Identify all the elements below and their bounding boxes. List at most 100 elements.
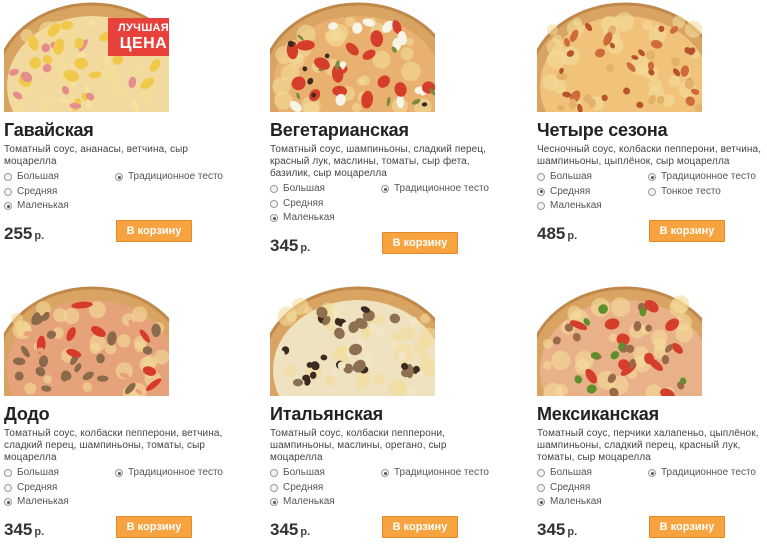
option-label: Большая bbox=[17, 171, 59, 182]
price-value: 485 bbox=[537, 224, 566, 243]
size-option-small[interactable]: Маленькая bbox=[270, 211, 335, 226]
product-name[interactable]: Гавайская bbox=[4, 119, 234, 141]
size-options: Большая Средняя Маленькая bbox=[4, 466, 69, 510]
price-value: 345 bbox=[270, 236, 299, 255]
radio-icon[interactable] bbox=[537, 187, 545, 196]
radio-icon[interactable] bbox=[4, 173, 12, 182]
size-option-large[interactable]: Большая bbox=[4, 466, 69, 481]
radio-icon[interactable] bbox=[4, 469, 12, 478]
add-to-cart-button[interactable]: В корзину bbox=[649, 220, 725, 242]
dough-option-traditional[interactable]: Традиционное тесто bbox=[381, 466, 489, 481]
size-option-large[interactable]: Большая bbox=[537, 170, 602, 185]
dough-option-traditional[interactable]: Традиционное тесто bbox=[381, 182, 489, 197]
size-option-medium[interactable]: Средняя bbox=[4, 481, 69, 496]
product-photo[interactable] bbox=[537, 284, 702, 396]
radio-icon[interactable] bbox=[270, 469, 278, 478]
product-name[interactable]: Додо bbox=[4, 403, 234, 425]
radio-icon[interactable] bbox=[648, 187, 656, 196]
option-label: Средняя bbox=[17, 185, 58, 197]
option-label: Традиционное тесто bbox=[128, 171, 223, 182]
size-option-medium[interactable]: Средняя bbox=[4, 185, 69, 200]
size-option-small[interactable]: Маленькая bbox=[4, 199, 69, 214]
product-options: Большая Средняя Маленькая Традиционное т… bbox=[537, 170, 767, 216]
radio-icon[interactable] bbox=[4, 187, 12, 196]
size-option-large[interactable]: Большая bbox=[537, 466, 602, 481]
option-label: Средняя bbox=[283, 481, 324, 493]
add-to-cart-button[interactable]: В корзину bbox=[116, 516, 192, 538]
add-to-cart-button[interactable]: В корзину bbox=[382, 232, 458, 254]
radio-icon[interactable] bbox=[537, 469, 545, 478]
radio-icon[interactable] bbox=[270, 185, 278, 194]
size-option-large[interactable]: Большая bbox=[270, 466, 335, 481]
option-label: Средняя bbox=[283, 197, 324, 209]
radio-icon[interactable] bbox=[115, 173, 123, 182]
size-option-small[interactable]: Маленькая bbox=[537, 495, 602, 510]
add-to-cart-button[interactable]: В корзину bbox=[649, 516, 725, 538]
size-options: Большая Средняя Маленькая bbox=[270, 466, 335, 510]
size-options: Большая Средняя Маленькая bbox=[537, 170, 602, 214]
size-option-medium[interactable]: Средняя bbox=[537, 185, 602, 200]
product-photo[interactable] bbox=[4, 284, 169, 396]
size-options: Большая Средняя Маленькая bbox=[537, 466, 602, 510]
product-photo[interactable] bbox=[270, 0, 435, 112]
add-to-cart-button[interactable]: В корзину bbox=[116, 220, 192, 242]
size-option-small[interactable]: Маленькая bbox=[537, 199, 602, 214]
radio-icon[interactable] bbox=[115, 469, 123, 478]
dough-option-traditional[interactable]: Традиционное тесто bbox=[648, 466, 756, 481]
size-options: Большая Средняя Маленькая bbox=[4, 170, 69, 214]
radio-icon[interactable] bbox=[4, 202, 12, 211]
dough-options: Традиционное тесто bbox=[115, 466, 223, 481]
dough-options: Традиционное тесто bbox=[381, 466, 489, 481]
dough-option-traditional[interactable]: Традиционное тесто bbox=[648, 170, 756, 185]
price-value: 345 bbox=[537, 520, 566, 539]
product-price: 485 р. bbox=[537, 224, 577, 244]
product-photo[interactable] bbox=[537, 0, 702, 112]
size-option-large[interactable]: Большая bbox=[4, 170, 69, 185]
radio-icon[interactable] bbox=[270, 214, 278, 223]
radio-icon[interactable] bbox=[4, 498, 12, 507]
size-option-small[interactable]: Маленькая bbox=[270, 495, 335, 510]
radio-icon[interactable] bbox=[4, 483, 12, 492]
product-options: Большая Средняя Маленькая Традиционное т… bbox=[4, 466, 234, 512]
radio-icon[interactable] bbox=[537, 483, 545, 492]
option-label: Традиционное тесто bbox=[661, 467, 756, 478]
option-label: Маленькая bbox=[17, 496, 69, 507]
option-label: Маленькая bbox=[550, 496, 602, 507]
dough-options: Традиционное тесто bbox=[648, 466, 756, 481]
radio-icon[interactable] bbox=[270, 483, 278, 492]
price-currency: р. bbox=[567, 526, 578, 538]
add-to-cart-button[interactable]: В корзину bbox=[382, 516, 458, 538]
product-name[interactable]: Четыре сезона bbox=[537, 119, 767, 141]
radio-icon[interactable] bbox=[537, 498, 545, 507]
product-card: Додо Томатный соус, колбаски пепперони, … bbox=[4, 284, 234, 544]
radio-icon[interactable] bbox=[270, 498, 278, 507]
product-options: Большая Средняя Маленькая Традиционное т… bbox=[537, 466, 767, 512]
product-description: Томатный соус, колбаски пепперони, ветчи… bbox=[4, 428, 223, 463]
radio-icon[interactable] bbox=[537, 202, 545, 211]
dough-option-traditional[interactable]: Традиционное тесто bbox=[115, 466, 223, 481]
buy-row: 345 р. В корзину bbox=[4, 516, 234, 544]
size-option-large[interactable]: Большая bbox=[270, 182, 335, 197]
radio-icon[interactable] bbox=[381, 469, 389, 478]
size-option-medium[interactable]: Средняя bbox=[270, 481, 335, 496]
radio-icon[interactable] bbox=[648, 469, 656, 478]
radio-icon[interactable] bbox=[537, 173, 545, 182]
product-description: Томатный соус, шампиньоны, сладкий перец… bbox=[270, 144, 487, 179]
option-label: Большая bbox=[550, 171, 592, 182]
radio-icon[interactable] bbox=[381, 185, 389, 194]
option-label: Средняя bbox=[550, 185, 591, 197]
product-name[interactable]: Вегетарианская bbox=[270, 119, 500, 141]
dough-option-thin[interactable]: Тонкое тесто bbox=[648, 185, 756, 200]
product-name[interactable]: Итальянская bbox=[270, 403, 500, 425]
size-option-small[interactable]: Маленькая bbox=[4, 495, 69, 510]
product-photo[interactable] bbox=[270, 284, 435, 396]
dough-option-traditional[interactable]: Традиционное тесто bbox=[115, 170, 223, 185]
pizza-image bbox=[4, 0, 169, 112]
size-option-medium[interactable]: Средняя bbox=[270, 197, 335, 212]
product-name[interactable]: Мексиканская bbox=[537, 403, 767, 425]
radio-icon[interactable] bbox=[648, 173, 656, 182]
radio-icon[interactable] bbox=[270, 199, 278, 208]
option-label: Маленькая bbox=[283, 212, 335, 223]
product-photo[interactable]: ЛУЧШАЯ ЦЕНА bbox=[4, 0, 169, 112]
size-option-medium[interactable]: Средняя bbox=[537, 481, 602, 496]
